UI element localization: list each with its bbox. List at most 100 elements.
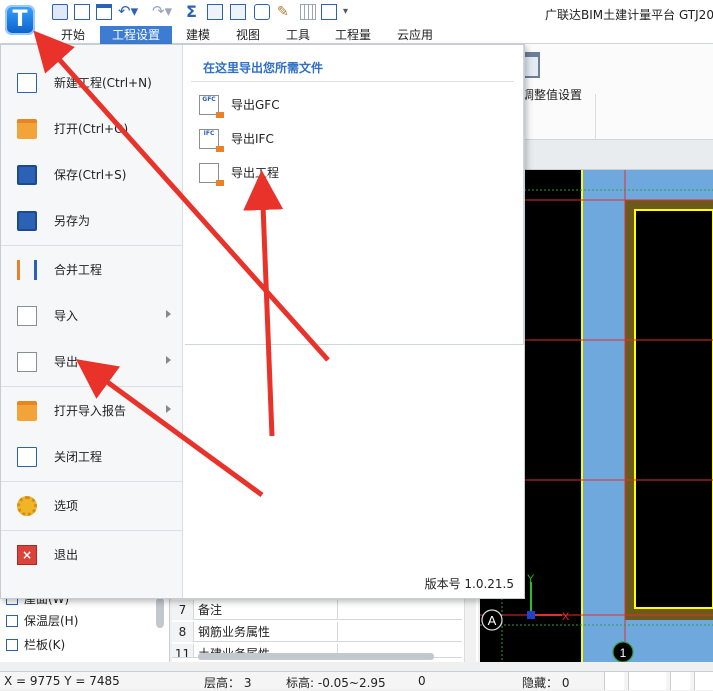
property-table: 7 备注 8 钢筋业务属性 11 土建业务属性 [172,596,478,662]
ucs-y-label: Y [527,573,535,585]
quick-access-dropdown-icon[interactable]: ▾ [343,4,359,20]
view-icon[interactable] [254,4,270,20]
version-label: 版本号 1.0.21.5 [424,577,514,591]
status-count: 0 [418,674,426,688]
row-number: 8 [172,622,194,642]
menu-separator [1,530,183,531]
ribbon-tabs: 开始 工程设置 建模 视图 工具 工程量 云应用 [0,24,713,44]
grid-icon[interactable] [300,4,316,20]
menu-item-label: 导入 [54,309,79,323]
menu-item-label: 导出 [54,355,79,369]
export-item-label: 导出工程 [231,166,280,180]
import-icon [17,306,37,326]
menu-item-open-import-report[interactable]: 打开导入报告 [1,389,183,433]
table-horizontal-scrollbar[interactable] [198,653,434,660]
menu-item-label: 打开导入报告 [54,404,127,418]
row-name: 钢筋业务属性 [198,625,271,639]
export-icon [17,352,37,372]
parapet-icon [6,639,18,651]
menu-item-label: 保存(Ctrl+S) [54,168,127,182]
check-icon[interactable] [207,4,223,20]
table-vertical-scrollbar[interactable] [464,596,476,662]
status-floor-height: 层高： 3 [204,676,252,690]
menu-item-export[interactable]: 导出 [1,340,183,384]
undo-icon[interactable]: ↶▾ [118,4,144,20]
table-row[interactable]: 8 钢筋业务属性 [172,622,462,642]
export-item-label: 导出GFC [231,98,280,112]
pen-icon[interactable]: ✎ [277,4,293,20]
menu-item-merge-project[interactable]: 合并工程 [1,248,183,292]
tab-quantity[interactable]: 工程量 [328,26,378,44]
quick-save-icon[interactable] [52,4,68,20]
window-title: 广联达BIM土建计量平台 GTJ20 [545,8,713,22]
adjust-value-label: 调整值设置 [522,88,583,102]
redo-icon[interactable]: ↷▾ [152,4,178,20]
sum-icon[interactable]: Σ [186,4,202,20]
open-folder-icon [17,119,37,139]
tree-scrollbar[interactable] [156,598,164,628]
menu-item-save-as[interactable]: 另存为 [1,199,183,243]
tab-project-settings[interactable]: 工程设置 [100,26,172,44]
quick-open-icon[interactable] [96,4,112,20]
grid-toggle-icon[interactable] [694,672,713,690]
app-menu-list: 新建工程(Ctrl+N) 打开(Ctrl+O) 保存(Ctrl+S) 另存为 合… [1,45,183,598]
tree-item-parapet[interactable]: 栏板(K) [6,636,65,654]
export-project-item[interactable]: 导出工程 [191,157,517,189]
axis-bubble-1-label: 1 [620,646,627,660]
import-report-icon [17,401,37,421]
menu-separator [1,481,183,482]
menu-item-save[interactable]: 保存(Ctrl+S) [1,153,183,197]
row-divider [337,600,338,620]
menu-item-label: 另存为 [54,214,91,228]
menu-item-new-project[interactable]: 新建工程(Ctrl+N) [1,61,183,105]
export-submenu-heading: 在这里导出您所需文件 [203,61,324,75]
menu-item-label: 关闭工程 [54,450,103,464]
slab-inner [634,209,713,609]
menu-item-label: 选项 [54,499,79,513]
exit-icon: × [17,545,37,565]
insulation-icon [6,615,18,627]
component-tree: 屋面(W) 保温层(H) 栏板(K) [0,592,170,662]
menu-separator [1,245,183,246]
row-number: 11 [172,644,194,657]
menu-separator [1,386,183,387]
quick-new-icon[interactable] [74,4,90,20]
table-row[interactable]: 7 备注 [172,600,462,620]
export-item-label: 导出IFC [231,132,274,146]
tab-tools[interactable]: 工具 [278,26,318,44]
export-gfc-item[interactable]: GFC 导出GFC [191,89,517,121]
menu-item-label: 打开(Ctrl+O) [54,122,129,136]
menu-item-exit[interactable]: × 退出 [1,533,183,577]
tab-cloud[interactable]: 云应用 [390,26,440,44]
tab-modeling[interactable]: 建模 [178,26,218,44]
app-logo-button[interactable]: T [5,5,35,35]
submenu-divider [191,81,514,82]
row-number: 7 [172,600,194,620]
menu-item-open[interactable]: 打开(Ctrl+O) [1,107,183,151]
ucs-origin [527,611,535,619]
tree-item-insulation[interactable]: 保温层(H) [6,612,78,630]
new-document-icon [17,73,37,93]
tab-start[interactable]: 开始 [54,26,92,44]
menu-item-import[interactable]: 导入 [1,294,183,338]
export-ifc-item[interactable]: IFC 导出IFC [191,123,517,155]
submenu-arrow-icon [166,405,171,413]
status-bar: X = 9775 Y = 7485 层高： 3 标高: -0.05~2.95 0… [0,671,713,690]
save-disk-icon [17,165,37,185]
document-icon[interactable] [321,4,337,20]
menu-item-options[interactable]: 选项 [1,484,183,528]
find-icon[interactable] [230,4,246,20]
save-as-icon [17,211,37,231]
export-submenu-panel: 在这里导出您所需文件 GFC 导出GFC IFC 导出IFC 导出工程 [185,45,524,345]
status-coords: X = 9775 Y = 7485 [4,674,120,688]
tab-view[interactable]: 视图 [228,26,268,44]
options-gear-icon [17,496,37,516]
menu-item-close-project[interactable]: 关闭工程 [1,435,183,479]
ortho-toggle-icon[interactable] [604,672,624,690]
close-view-icon[interactable] [670,672,690,690]
menu-item-label: 退出 [54,548,79,562]
snap-mode-dropdown-icon[interactable] [628,672,666,690]
ifc-file-icon: IFC [199,129,224,152]
row-name: 备注 [198,603,223,617]
adjust-value-settings-button[interactable]: 调整值设置 [522,48,590,118]
